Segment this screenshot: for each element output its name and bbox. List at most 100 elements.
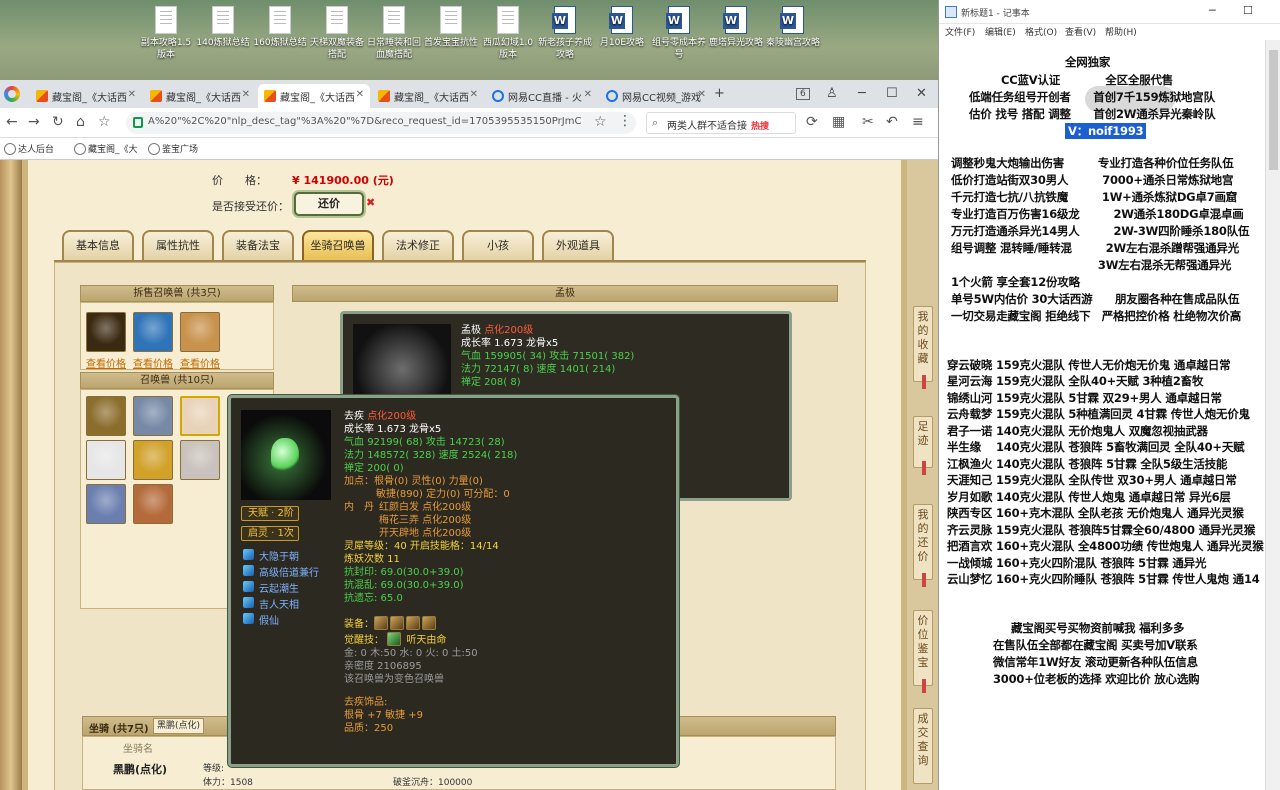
desktop-file-icon[interactable]: 副本攻略1.5版本 — [138, 6, 194, 61]
tab-basic-info[interactable]: 基本信息 — [62, 230, 134, 262]
minimize-button[interactable]: ─ — [858, 86, 866, 101]
browser-tab[interactable]: 藏宝阁_《大话西 ✕ — [30, 84, 142, 108]
view-price-link[interactable]: 查看价格 — [86, 355, 126, 370]
browser-tab[interactable]: 藏宝阁_《大话西 ✕ — [144, 84, 256, 108]
skill-icon — [243, 613, 254, 624]
price-label: 价 格： — [212, 174, 267, 187]
grid-icon[interactable]: ▦ — [832, 114, 845, 130]
desktop-file-icon[interactable]: 日常睡装和回血魔搭配 — [366, 6, 422, 61]
pet-name: 孟极 — [461, 325, 481, 336]
tab-spell-correction[interactable]: 法术修正 — [382, 230, 454, 262]
browser-tab-active[interactable]: 藏宝阁_《大话西 ✕ — [258, 84, 370, 108]
menu-icon[interactable]: ≡ — [912, 114, 924, 130]
beast-thumb[interactable] — [133, 312, 173, 352]
desktop-word-icon[interactable]: W 月10E攻略 — [594, 6, 650, 49]
summon-thumb-selected[interactable] — [180, 396, 220, 436]
view-price-link[interactable]: 查看价格 — [180, 355, 220, 370]
url-field[interactable]: A%20"%2C%20"nlp_desc_tag"%3A%20"%7D&reco… — [126, 112, 636, 134]
close-window-button[interactable]: ✕ — [916, 86, 927, 101]
notepad-scrollbar[interactable] — [1265, 40, 1280, 790]
desktop-file-icon[interactable]: 160炼狱总结 — [252, 6, 308, 49]
home-icon[interactable]: ⌂ — [76, 114, 85, 130]
skill-item[interactable]: 吉人天相 — [243, 596, 299, 611]
browser-tab[interactable]: 藏宝阁_《大话西 ✕ — [372, 84, 484, 108]
cbg-favicon-icon — [36, 90, 48, 102]
tab-mounts-summons[interactable]: 坐骑召唤兽 — [302, 230, 374, 262]
skill-item[interactable]: 高级倍道兼行 — [243, 564, 319, 579]
menu-view[interactable]: 查看(V) — [1065, 25, 1096, 38]
star-icon[interactable]: ☆ — [594, 114, 607, 130]
close-icon[interactable]: ✕ — [584, 89, 592, 100]
sync-icon[interactable]: ⟳ — [806, 114, 818, 130]
close-icon[interactable]: ✕ — [242, 89, 250, 100]
menu-format[interactable]: 格式(O) — [1025, 25, 1057, 38]
bookmark-item[interactable]: 达人后台 — [4, 142, 54, 155]
tab-attributes[interactable]: 属性抗性 — [142, 230, 214, 262]
close-icon[interactable]: ✖ — [366, 196, 375, 209]
cbg-favicon-icon — [264, 90, 276, 102]
back-arrow-icon[interactable]: ← — [6, 114, 18, 130]
price-value: ¥ 141900.00 (元) — [292, 174, 394, 187]
scrollbar-thumb[interactable] — [1269, 50, 1278, 170]
sold-beasts-header: 拆售召唤兽 (共3只) — [80, 285, 274, 302]
close-icon[interactable]: ✕ — [698, 89, 706, 100]
summon-thumb[interactable] — [133, 440, 173, 480]
side-tab-my-counter[interactable]: 我的还价 — [913, 504, 933, 587]
bookmark-item[interactable]: 鉴宝广场 — [148, 142, 198, 155]
side-tab-appraise[interactable]: 价位鉴宝 — [913, 610, 933, 693]
tab-appearance[interactable]: 外观道具 — [542, 230, 614, 262]
tab-child[interactable]: 小孩 — [462, 230, 534, 262]
summon-thumb[interactable] — [86, 484, 126, 524]
browser-logo-icon[interactable] — [4, 86, 20, 102]
minimize-button[interactable]: ─ — [1209, 4, 1216, 17]
maximize-button[interactable]: ☐ — [1243, 4, 1253, 17]
summon-thumb[interactable] — [133, 396, 173, 436]
menu-edit[interactable]: 编辑(E) — [985, 25, 1016, 38]
menu-file[interactable]: 文件(F) — [945, 25, 975, 38]
shirt-icon[interactable]: ♙ — [826, 86, 838, 101]
tab-count-badge[interactable]: 6 — [796, 88, 810, 100]
desktop-file-icon[interactable]: 天梯双魔装备搭配 — [309, 6, 365, 61]
menu-help[interactable]: 帮助(H) — [1105, 25, 1137, 38]
search-input[interactable]: ⌕ 两类人群不适合接 热搜 — [646, 112, 796, 134]
desktop-file-icon[interactable]: 西瓜幻域1.0版本 — [480, 6, 536, 61]
summon-thumb[interactable] — [133, 484, 173, 524]
browser-tab[interactable]: 网易CC直播 - 火 ✕ — [486, 84, 598, 108]
maximize-button[interactable]: ☐ — [886, 86, 898, 101]
undo-icon[interactable]: ↶ — [886, 114, 898, 130]
close-icon[interactable]: ✕ — [470, 89, 478, 100]
view-price-link[interactable]: 查看价格 — [133, 355, 173, 370]
skill-item[interactable]: 假仙 — [243, 612, 279, 627]
mount-tab[interactable]: 黑鹏(点化) — [153, 718, 205, 734]
desktop-file-icon[interactable]: 140炼狱总结 — [195, 6, 251, 49]
summon-thumb[interactable] — [86, 396, 126, 436]
side-tab-history[interactable]: 足迹 — [913, 416, 933, 475]
beast-thumb[interactable] — [180, 312, 220, 352]
browser-tab[interactable]: 网易CC视频_游戏 ✕ — [600, 84, 712, 108]
desktop-word-icon[interactable]: W 秦陵幽宫攻略 — [765, 6, 821, 49]
bookmark-item[interactable]: 藏宝阁_《大 — [74, 142, 138, 155]
counter-offer-button[interactable]: 还价 — [294, 192, 364, 216]
new-tab-button[interactable]: + — [714, 86, 725, 101]
side-tab-deals[interactable]: 成交查询 — [913, 708, 933, 784]
desktop-word-icon[interactable]: W 新老孩子养成攻略 — [537, 6, 593, 61]
skill-item[interactable]: 大隐于朝 — [243, 548, 299, 563]
reload-icon[interactable]: ↻ — [52, 114, 64, 130]
close-icon[interactable]: ✕ — [356, 89, 364, 100]
tab-equipment[interactable]: 装备法宝 — [222, 230, 294, 262]
close-icon[interactable]: ✕ — [128, 89, 136, 100]
cbg-favicon-icon — [150, 90, 162, 102]
desktop-word-icon[interactable]: W 组号零成本养号 — [651, 6, 707, 61]
beast-thumb[interactable] — [86, 312, 126, 352]
skill-item[interactable]: 云起潮生 — [243, 580, 299, 595]
side-tab-favorites[interactable]: 我的收藏 — [913, 306, 933, 389]
desktop-word-icon[interactable]: W 鹿塔异光攻略 — [708, 6, 764, 49]
summon-thumb[interactable] — [180, 440, 220, 480]
menu-dots-icon[interactable]: ⋮ — [618, 113, 632, 129]
notepad-text-area[interactable]: 全网独家 CC蓝V认证 全区全服代售 低端任务组号开创者 首创7千159炼狱地宫… — [939, 40, 1265, 790]
summon-thumb[interactable] — [86, 440, 126, 480]
bookmark-star-icon[interactable]: ☆ — [98, 114, 111, 130]
scissors-icon[interactable]: ✂ — [862, 114, 874, 130]
forward-arrow-icon[interactable]: → — [28, 114, 40, 130]
desktop-file-icon[interactable]: 首发宝宝抗性 — [423, 6, 479, 49]
